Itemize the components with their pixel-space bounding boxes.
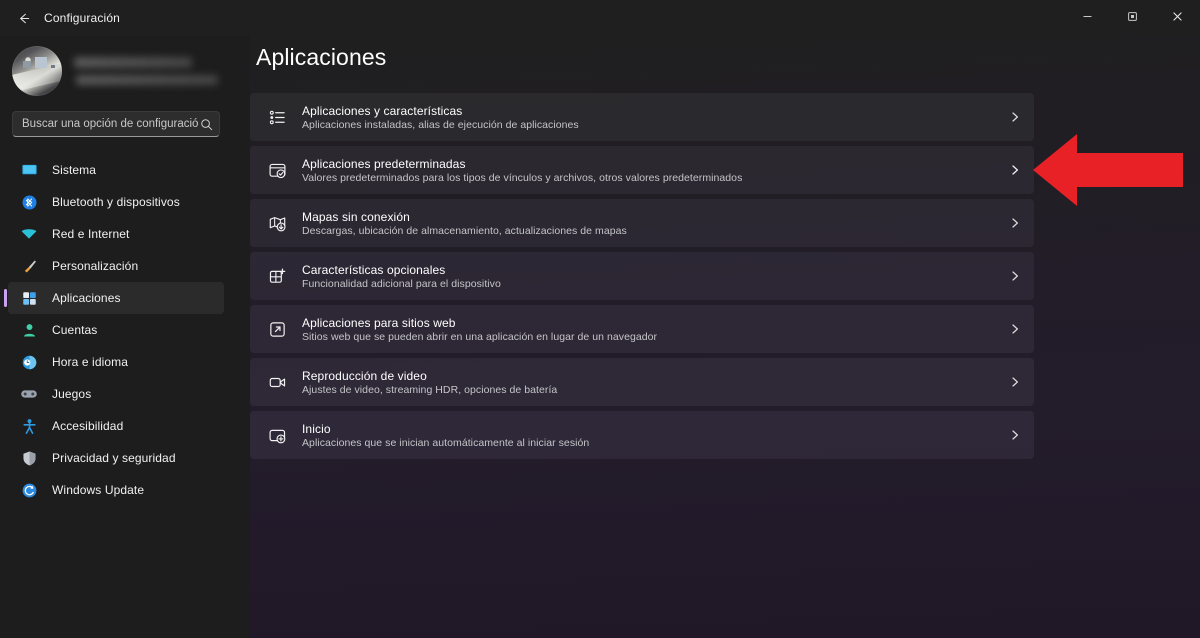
card-title: Reproducción de video <box>302 368 427 383</box>
chevron-right-icon[interactable] <box>1007 268 1023 284</box>
card-subtitle: Aplicaciones instaladas, alias de ejecuc… <box>302 118 579 131</box>
restore-button[interactable] <box>1110 0 1155 32</box>
settings-card-list: Aplicaciones y características Aplicacio… <box>250 93 1034 464</box>
sidebar-item-red-e-internet[interactable]: Red e Internet <box>8 218 224 250</box>
sidebar-item-label: Bluetooth y dispositivos <box>52 195 180 209</box>
chevron-right-icon[interactable] <box>1007 162 1023 178</box>
settings-window: Configuración Buscar una opción de confi… <box>0 0 1200 638</box>
wifi-icon <box>20 225 38 243</box>
monitor-icon <box>20 161 38 179</box>
sidebar-nav: Sistema Bluetooth y dispositivos Red e I… <box>0 154 250 506</box>
sidebar-item-label: Personalización <box>52 259 139 273</box>
sidebar-item-label: Sistema <box>52 163 97 177</box>
sidebar-item-cuentas[interactable]: Cuentas <box>8 314 224 346</box>
account-text <box>74 57 218 85</box>
shield-icon <box>20 449 38 467</box>
minimize-button[interactable] <box>1065 0 1110 32</box>
card-title: Aplicaciones para sitios web <box>302 315 456 330</box>
map-download-icon <box>266 212 288 234</box>
chevron-right-icon[interactable] <box>1007 321 1023 337</box>
account-name-redacted <box>74 57 192 68</box>
settings-card-offline-maps[interactable]: Mapas sin conexión Descargas, ubicación … <box>250 199 1034 247</box>
bluetooth-icon <box>20 193 38 211</box>
search-icon <box>199 118 213 131</box>
card-subtitle: Ajustes de video, streaming HDR, opcione… <box>302 383 558 396</box>
title-bar: Configuración <box>0 0 1200 36</box>
card-title: Aplicaciones predeterminadas <box>302 156 466 171</box>
page-title: Aplicaciones <box>256 44 387 70</box>
sidebar-item-windows-update[interactable]: Windows Update <box>8 474 224 506</box>
clock-globe-icon <box>20 353 38 371</box>
card-title: Mapas sin conexión <box>302 209 410 224</box>
avatar <box>12 46 62 96</box>
card-subtitle: Sitios web que se pueden abrir en una ap… <box>302 330 658 343</box>
sidebar: Sistema Bluetooth y dispositivos Re <box>0 36 250 638</box>
sidebar-item-accesibilidad[interactable]: Accesibilidad <box>8 410 224 442</box>
chevron-right-icon[interactable] <box>1007 109 1023 125</box>
default-app-check-icon <box>266 159 288 181</box>
sidebar-item-aplicaciones[interactable]: Aplicaciones <box>4 282 224 314</box>
accessibility-icon <box>20 417 38 435</box>
settings-card-optional-features[interactable]: Características opcionales Funcionalidad… <box>250 252 1034 300</box>
card-subtitle: Aplicaciones que se inician automáticame… <box>302 436 590 449</box>
chevron-right-icon[interactable] <box>1007 427 1023 443</box>
close-button[interactable] <box>1155 0 1200 32</box>
sidebar-item-label: Accesibilidad <box>52 419 124 433</box>
card-subtitle: Funcionalidad adicional para el disposit… <box>302 277 501 290</box>
settings-card-apps-for-websites[interactable]: Aplicaciones para sitios web Sitios web … <box>250 305 1034 353</box>
sidebar-item-bluetooth-y-dispositivos[interactable]: Bluetooth y dispositivos <box>8 186 224 218</box>
chevron-right-icon[interactable] <box>1007 374 1023 390</box>
video-camera-icon <box>266 371 288 393</box>
window-controls <box>1065 0 1200 32</box>
sidebar-item-label: Aplicaciones <box>52 291 121 305</box>
back-button[interactable] <box>8 5 38 31</box>
sidebar-item-label: Cuentas <box>52 323 98 337</box>
sidebar-item-label: Privacidad y seguridad <box>52 451 176 465</box>
card-title: Aplicaciones y características <box>302 103 463 118</box>
settings-card-startup[interactable]: Inicio Aplicaciones que se inician autom… <box>250 411 1034 459</box>
sidebar-item-privacidad-y-seguridad[interactable]: Privacidad y seguridad <box>8 442 224 474</box>
person-icon <box>20 321 38 339</box>
account-email-redacted <box>76 75 218 85</box>
sidebar-item-sistema[interactable]: Sistema <box>8 154 224 186</box>
card-subtitle: Valores predeterminados para los tipos d… <box>302 171 743 184</box>
card-title: Inicio <box>302 421 331 436</box>
sidebar-item-label: Windows Update <box>52 483 145 497</box>
search-input[interactable] <box>22 118 199 130</box>
sidebar-item-personalizacion[interactable]: Personalización <box>8 250 224 282</box>
settings-card-video-playback[interactable]: Reproducción de video Ajustes de video, … <box>250 358 1034 406</box>
settings-card-default-apps[interactable]: Aplicaciones predeterminadas Valores pre… <box>250 146 1034 194</box>
sidebar-item-label: Red e Internet <box>52 227 130 241</box>
card-subtitle: Descargas, ubicación de almacenamiento, … <box>302 224 627 237</box>
card-title: Características opcionales <box>302 262 446 277</box>
chevron-right-icon[interactable] <box>1007 215 1023 231</box>
startup-apps-icon <box>266 424 288 446</box>
paintbrush-icon <box>20 257 38 275</box>
gamepad-icon <box>20 385 38 403</box>
bulleted-list-icon <box>266 106 288 128</box>
apps-grid-icon <box>20 289 38 307</box>
sidebar-item-label: Juegos <box>52 387 92 401</box>
external-link-square-icon <box>266 318 288 340</box>
settings-card-apps-and-features[interactable]: Aplicaciones y características Aplicacio… <box>250 93 1034 141</box>
update-icon <box>20 481 38 499</box>
search-box[interactable] <box>12 111 220 137</box>
grid-plus-icon <box>266 265 288 287</box>
sidebar-item-label: Hora e idioma <box>52 355 129 369</box>
account-profile[interactable] <box>12 42 224 100</box>
sidebar-item-hora-e-idioma[interactable]: Hora e idioma <box>8 346 224 378</box>
main-content: Aplicaciones Aplicaciones y característi… <box>250 36 1200 638</box>
sidebar-item-juegos[interactable]: Juegos <box>8 378 224 410</box>
window-title: Configuración <box>44 11 120 25</box>
